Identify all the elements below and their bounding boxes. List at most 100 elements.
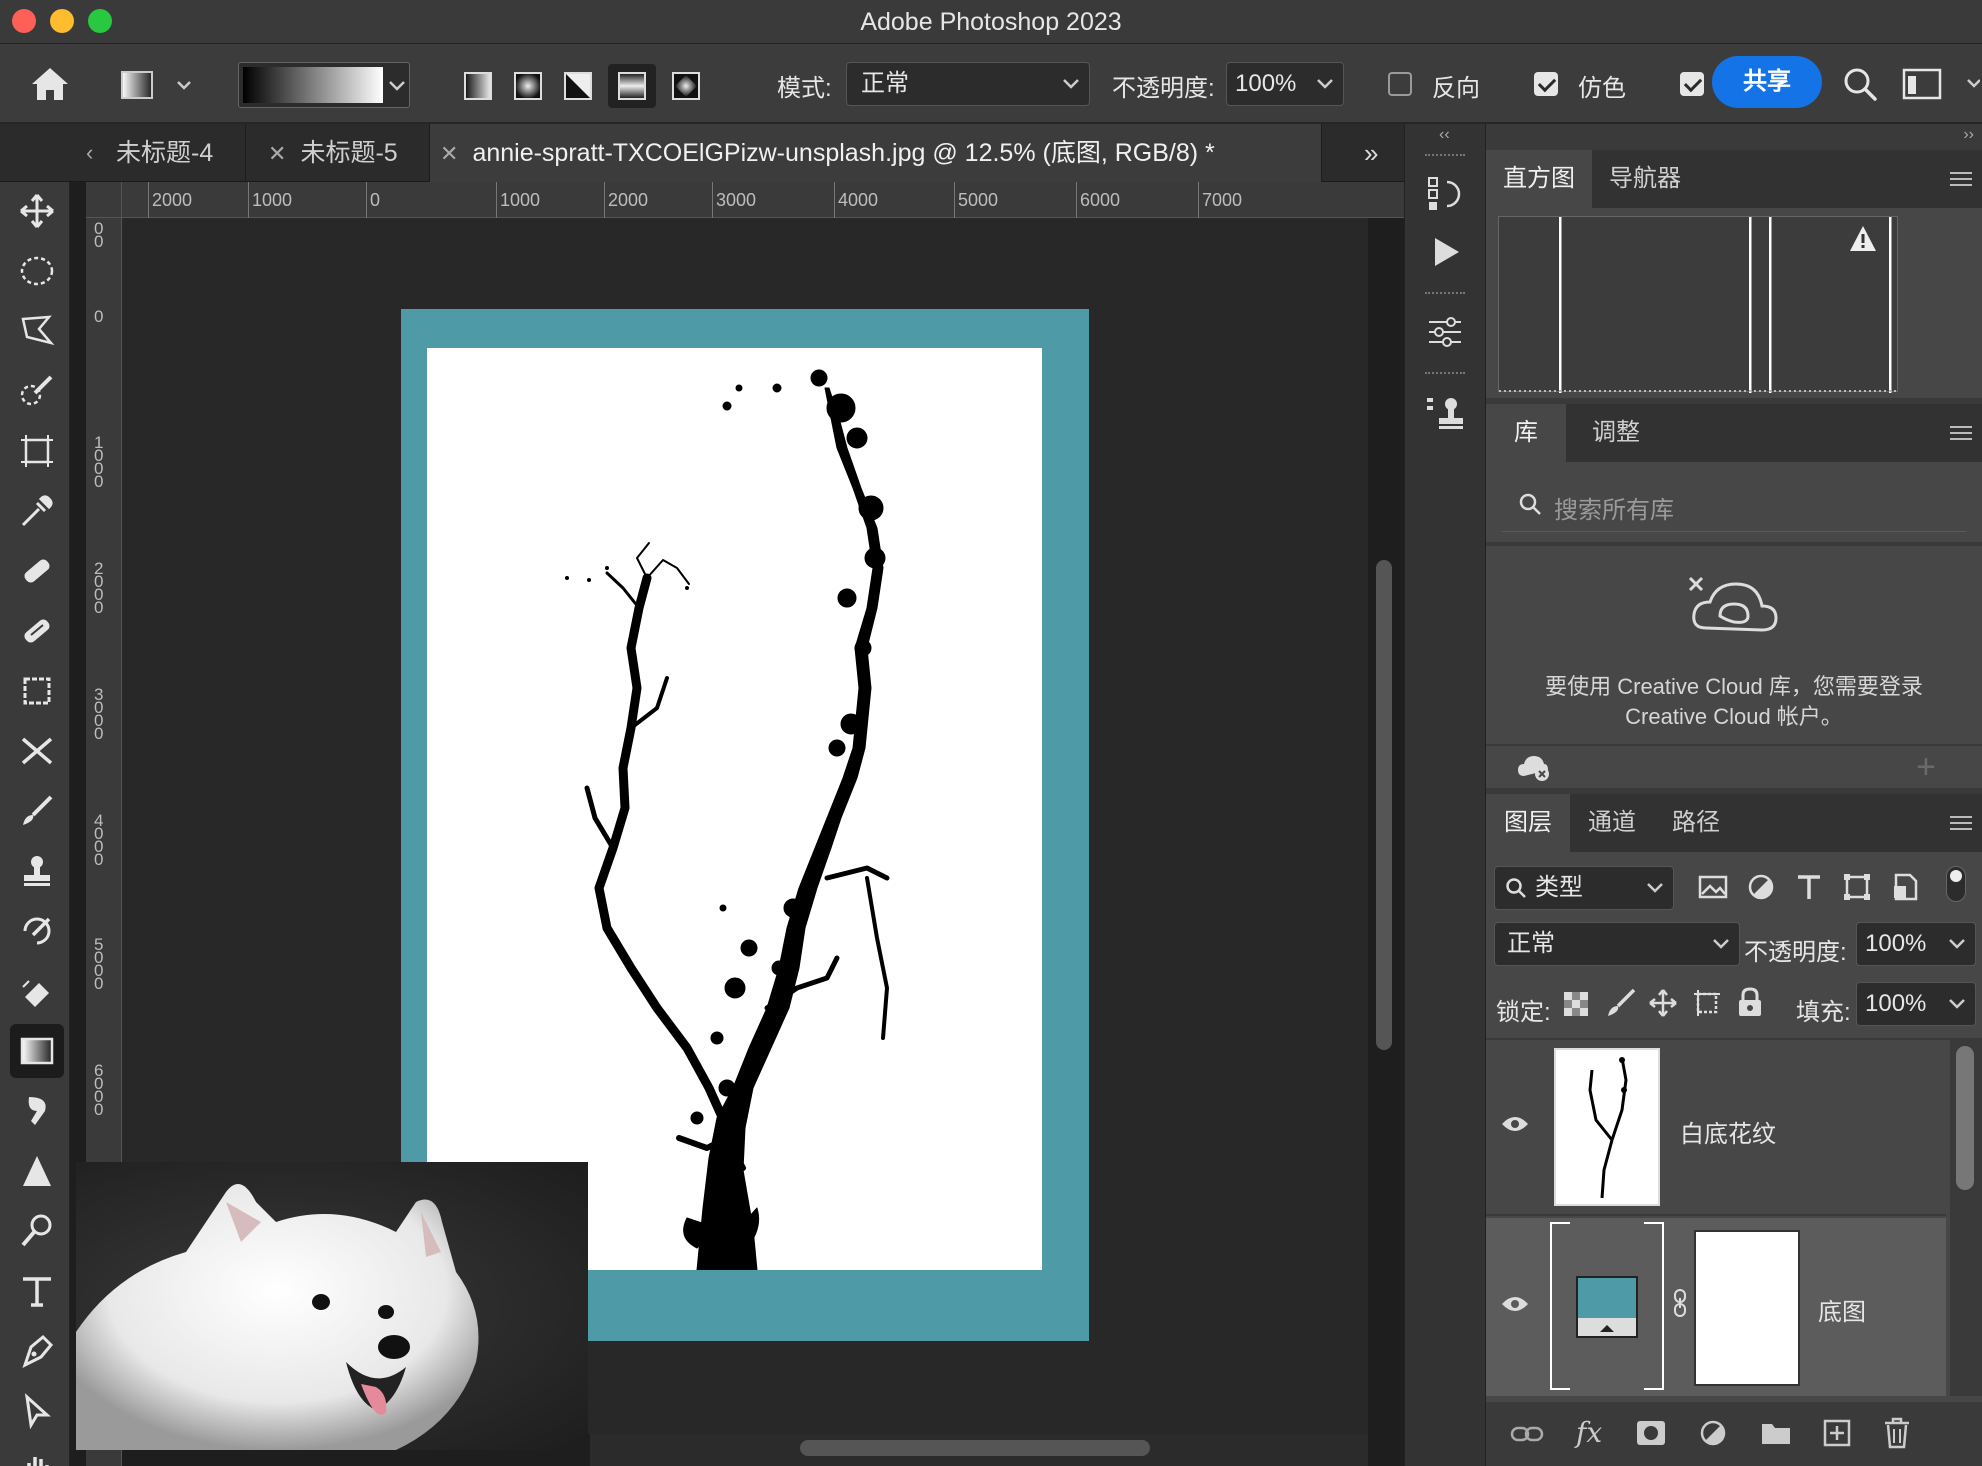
layer-opacity-input[interactable]: 100% xyxy=(1856,922,1976,966)
spot-healing-tool[interactable] xyxy=(10,544,64,598)
lock-all-icon[interactable] xyxy=(1736,986,1764,1018)
trash-icon[interactable] xyxy=(1882,1416,1912,1450)
dodge-tool[interactable] xyxy=(10,1204,64,1258)
warning-icon[interactable] xyxy=(1848,224,1878,254)
add-mask-icon[interactable] xyxy=(1636,1420,1666,1446)
move-tool[interactable] xyxy=(10,184,64,238)
filter-toggle-switch[interactable] xyxy=(1946,866,1966,902)
tab-adjustments[interactable]: 调整 xyxy=(1566,404,1666,462)
hand-tool[interactable] xyxy=(10,1442,64,1466)
panel-menu-icon[interactable] xyxy=(1950,172,1972,186)
filter-smart-object-icon[interactable] xyxy=(1890,872,1920,902)
add-library-icon[interactable]: + xyxy=(1916,748,1936,787)
library-search-field[interactable]: 搜索所有库 xyxy=(1502,474,1966,532)
layer-name[interactable]: 白底花纹 xyxy=(1680,1114,1776,1149)
cloud-offline-icon[interactable] xyxy=(1516,754,1552,782)
more-tabs-icon[interactable]: » xyxy=(1364,124,1394,182)
type-tool[interactable] xyxy=(10,1264,64,1318)
samoyed-image-overlay[interactable] xyxy=(76,1162,588,1450)
path-selection-tool[interactable] xyxy=(10,1384,64,1438)
eyedropper-tool[interactable] xyxy=(10,484,64,538)
clone-source-icon[interactable] xyxy=(1425,394,1465,434)
properties-panel-icon[interactable] xyxy=(1425,312,1465,352)
tab-untitled-5[interactable]: ✕ 未标题-5 xyxy=(260,124,430,182)
panel-menu-icon[interactable] xyxy=(1950,426,1972,440)
mode-select[interactable]: 正常 xyxy=(846,62,1090,106)
reverse-checkbox[interactable] xyxy=(1388,72,1412,96)
angle-gradient-button[interactable] xyxy=(558,66,598,106)
workspace-icon[interactable] xyxy=(1900,64,1980,104)
tab-untitled-4[interactable]: 未标题-4 xyxy=(112,124,246,182)
radial-gradient-button[interactable] xyxy=(508,66,548,106)
history-panel-icon[interactable] xyxy=(1425,174,1465,214)
content-move-tool[interactable] xyxy=(10,724,64,778)
link-layers-icon[interactable] xyxy=(1510,1422,1544,1446)
layer-row[interactable]: 白底花纹 xyxy=(1486,1040,1946,1216)
quick-selection-tool[interactable] xyxy=(10,364,64,418)
layer-row[interactable]: 底图 xyxy=(1486,1218,1946,1396)
filter-pixel-icon[interactable] xyxy=(1698,872,1728,902)
smudge-tool[interactable] xyxy=(10,1084,64,1138)
transparency-checkbox[interactable] xyxy=(1680,72,1704,96)
collapse-dock-icon[interactable]: ›› xyxy=(1963,126,1974,144)
reflected-gradient-button[interactable] xyxy=(608,64,656,108)
fx-icon[interactable]: fx xyxy=(1576,1416,1616,1452)
expand-panels-icon[interactable]: ‹‹ xyxy=(1439,126,1450,144)
tab-channels[interactable]: 通道 xyxy=(1570,794,1654,852)
lock-position-icon[interactable] xyxy=(1648,988,1678,1018)
actions-play-icon[interactable] xyxy=(1425,232,1465,272)
sharpen-tool[interactable] xyxy=(10,1144,64,1198)
new-group-icon[interactable] xyxy=(1760,1420,1792,1446)
frame-tool[interactable] xyxy=(10,664,64,718)
panel-menu-icon[interactable] xyxy=(1950,816,1972,830)
linear-gradient-button[interactable] xyxy=(458,66,498,106)
lasso-tool[interactable] xyxy=(10,304,64,358)
tool-preset-picker[interactable] xyxy=(120,66,196,106)
brush-healing-tool[interactable] xyxy=(10,604,64,658)
eye-icon[interactable] xyxy=(1500,1114,1530,1134)
lock-pixels-icon[interactable] xyxy=(1606,988,1636,1018)
marquee-tool[interactable] xyxy=(10,244,64,298)
pen-tool[interactable] xyxy=(10,1324,64,1378)
dither-checkbox[interactable] xyxy=(1534,72,1558,96)
filter-shape-icon[interactable] xyxy=(1842,872,1872,902)
tab-libraries[interactable]: 库 xyxy=(1486,404,1566,462)
clone-stamp-tool[interactable] xyxy=(10,844,64,898)
layer-name[interactable]: 底图 xyxy=(1818,1292,1866,1327)
home-icon[interactable] xyxy=(28,64,72,104)
share-button[interactable]: 共享 xyxy=(1712,56,1822,108)
diamond-gradient-button[interactable] xyxy=(666,66,706,106)
filter-type-icon[interactable] xyxy=(1794,872,1824,902)
tab-active-document[interactable]: ✕ annie-spratt-TXCOElGPizw-unsplash.jpg @… xyxy=(430,124,1322,182)
document-white-area[interactable] xyxy=(427,348,1042,1270)
tab-layers[interactable]: 图层 xyxy=(1486,794,1570,852)
tab-histogram[interactable]: 直方图 xyxy=(1486,150,1592,208)
eye-icon[interactable] xyxy=(1500,1294,1530,1314)
panel-grip[interactable] xyxy=(1425,372,1465,376)
lock-transparent-icon[interactable] xyxy=(1562,990,1590,1018)
layers-scrollbar-thumb[interactable] xyxy=(1956,1046,1974,1190)
gradient-picker[interactable] xyxy=(238,62,410,108)
vertical-scrollbar-thumb[interactable] xyxy=(1376,560,1392,1050)
opacity-input[interactable]: 100% xyxy=(1226,62,1344,106)
brush-tool[interactable] xyxy=(10,784,64,838)
fill-input[interactable]: 100% xyxy=(1856,982,1976,1026)
eraser-tool[interactable] xyxy=(10,964,64,1018)
crop-tool[interactable] xyxy=(10,424,64,478)
link-icon[interactable] xyxy=(1672,1288,1688,1318)
tab-scroll-left-icon[interactable]: ‹ xyxy=(86,124,104,182)
history-brush-tool[interactable] xyxy=(10,904,64,958)
gradient-tool[interactable] xyxy=(10,1024,64,1078)
new-adjustment-icon[interactable] xyxy=(1698,1418,1728,1448)
lock-artboard-icon[interactable] xyxy=(1692,988,1722,1018)
panel-grip[interactable] xyxy=(1425,154,1465,158)
fill-layer-thumbnail-frame[interactable] xyxy=(1550,1222,1664,1390)
tab-paths[interactable]: 路径 xyxy=(1654,794,1738,852)
new-layer-icon[interactable] xyxy=(1822,1418,1852,1448)
search-icon[interactable] xyxy=(1840,64,1880,104)
panel-grip[interactable] xyxy=(1425,292,1465,296)
filter-adjustment-icon[interactable] xyxy=(1746,872,1776,902)
tab-navigator[interactable]: 导航器 xyxy=(1592,150,1698,208)
layer-mask-thumbnail[interactable] xyxy=(1694,1230,1800,1386)
blend-mode-select[interactable]: 正常 xyxy=(1494,922,1740,966)
